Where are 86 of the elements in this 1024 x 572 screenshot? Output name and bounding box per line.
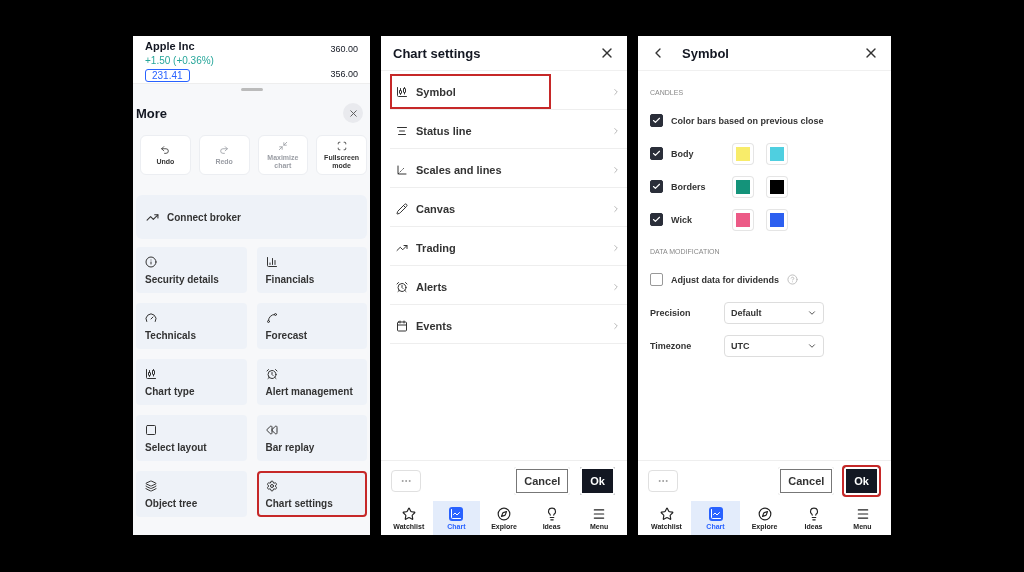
line-chart-icon xyxy=(450,507,463,520)
candlestick-icon xyxy=(145,367,157,380)
field-label: Timezone xyxy=(650,340,693,351)
lines-icon xyxy=(396,124,408,137)
menu-tile[interactable]: Chart type xyxy=(136,359,247,405)
checkbox[interactable] xyxy=(650,114,663,127)
ok-button[interactable]: Ok xyxy=(578,465,617,497)
checkbox-label: Adjust data for dividends xyxy=(671,274,779,285)
connect-broker-button[interactable]: Connect broker xyxy=(136,195,367,239)
alarm-clock-icon xyxy=(396,280,408,293)
menu-tile[interactable]: Select layout xyxy=(136,415,247,461)
color-swatch[interactable] xyxy=(767,143,787,164)
menu-tile[interactable]: Chart settings xyxy=(256,471,367,517)
cancel-button[interactable]: Cancel xyxy=(776,465,837,497)
menu-tile[interactable]: Technicals xyxy=(136,303,247,349)
color-swatch[interactable] xyxy=(733,209,753,230)
pencil-icon xyxy=(396,202,408,215)
undo-icon xyxy=(160,144,171,155)
price-change: +1.50 (+0.36%) xyxy=(145,55,214,66)
menu-icon xyxy=(855,506,870,521)
star-icon xyxy=(401,506,416,521)
alarm-clock-icon xyxy=(265,367,278,380)
curve-icon xyxy=(265,311,278,324)
checkbox[interactable] xyxy=(650,180,663,193)
color-swatch[interactable] xyxy=(733,143,753,164)
checkbox-label: Wick xyxy=(671,214,693,225)
select-field[interactable]: UTC xyxy=(724,334,824,357)
panel-title: Chart settings xyxy=(393,45,481,61)
menu-tile[interactable]: Financials xyxy=(256,247,367,293)
select-field[interactable]: Default xyxy=(724,301,824,324)
sheet-title: More xyxy=(136,105,168,121)
price-scale-label: 360.00 xyxy=(330,44,358,54)
chevron-right-icon xyxy=(611,86,621,97)
field-label: Precision xyxy=(650,307,692,318)
compass-icon xyxy=(757,506,772,521)
price-tag: 231.41 xyxy=(145,69,190,82)
panel-title: Symbol xyxy=(682,45,729,61)
cancel-button[interactable]: Cancel xyxy=(512,465,573,497)
star-icon xyxy=(659,506,674,521)
color-swatch[interactable] xyxy=(733,176,753,197)
menu-tile[interactable]: Security details xyxy=(136,247,247,293)
line-chart-icon xyxy=(709,507,722,520)
rewind-icon xyxy=(265,423,278,436)
chevron-right-icon xyxy=(611,203,621,214)
close-icon xyxy=(347,107,359,119)
check-icon xyxy=(652,149,661,158)
layers-icon xyxy=(145,479,157,492)
check-icon xyxy=(652,116,661,125)
chevron-right-icon xyxy=(611,281,621,292)
chevron-right-icon xyxy=(611,125,621,136)
color-swatch[interactable] xyxy=(767,176,787,197)
settings-row[interactable]: Symbol xyxy=(390,74,627,110)
candlestick-icon xyxy=(396,85,408,98)
check-icon xyxy=(652,215,661,224)
bar-chart-icon xyxy=(265,255,278,268)
chevron-right-icon xyxy=(611,164,621,175)
menu-tile[interactable]: Object tree xyxy=(136,471,247,517)
chevron-right-icon xyxy=(611,242,621,253)
chevron-right-icon xyxy=(611,320,621,331)
color-swatch[interactable] xyxy=(767,209,787,230)
sheet-handle[interactable] xyxy=(240,88,263,91)
checkbox-label: Borders xyxy=(671,181,707,192)
gauge-icon xyxy=(145,311,157,324)
minimize-icon xyxy=(277,140,288,151)
fullscreen-icon xyxy=(336,140,347,151)
close-button[interactable] xyxy=(343,103,363,123)
menu-tile[interactable]: Bar replay xyxy=(256,415,367,461)
checkbox[interactable] xyxy=(650,147,663,160)
checkbox-label: Color bars based on previous close xyxy=(671,115,824,126)
symbol-name: Apple Inc xyxy=(145,40,195,52)
checkbox[interactable] xyxy=(650,273,663,286)
redo-icon xyxy=(219,144,230,155)
calendar-icon xyxy=(396,319,408,332)
checkbox[interactable] xyxy=(650,213,663,226)
menu-tile[interactable]: Forecast xyxy=(256,303,367,349)
check-icon xyxy=(652,182,661,191)
menu-icon xyxy=(592,506,607,521)
ok-button[interactable]: Ok xyxy=(842,465,881,497)
square-icon xyxy=(145,423,157,436)
settings-icon xyxy=(265,479,278,492)
axes-icon xyxy=(396,163,408,176)
compass-icon xyxy=(497,506,511,521)
info-icon xyxy=(145,255,157,268)
checkbox-label: Body xyxy=(671,148,695,159)
price-scale-label: 356.00 xyxy=(330,69,358,79)
menu-tile[interactable]: Alert management xyxy=(256,359,367,405)
